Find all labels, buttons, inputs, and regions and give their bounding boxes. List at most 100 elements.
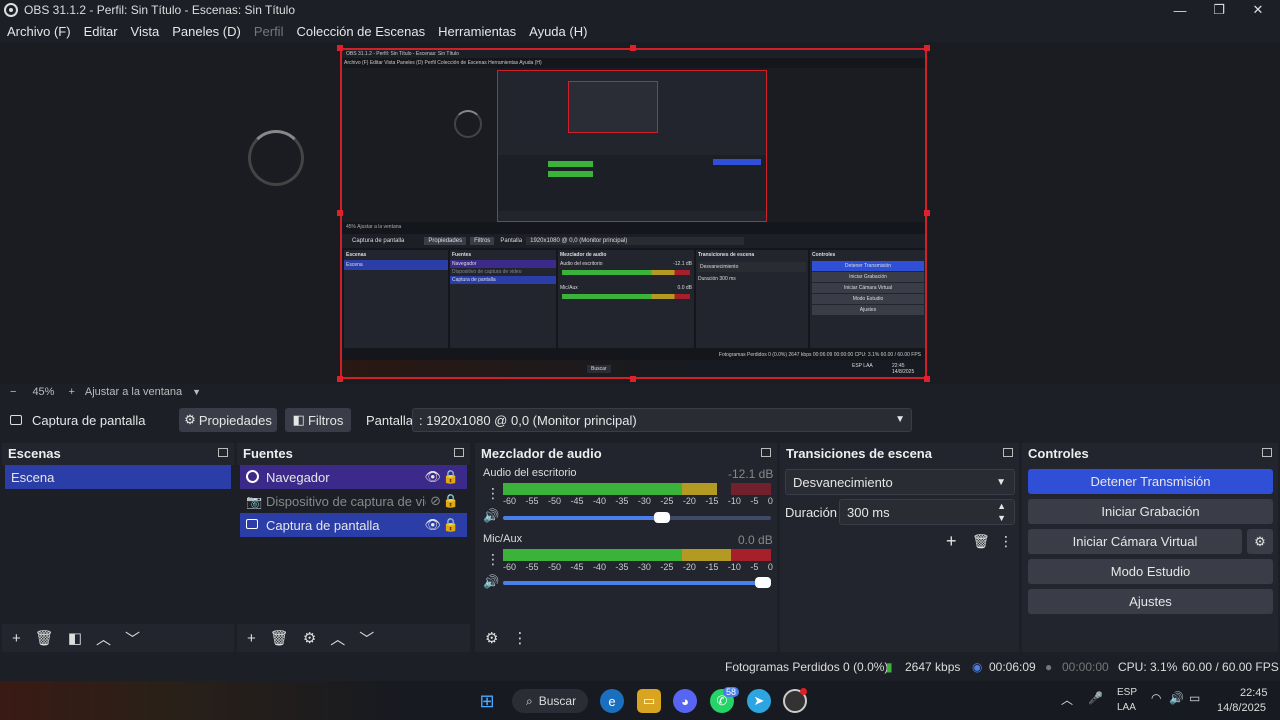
sources-toolbar: + 🗑 ⚙ ︿ ﹀	[237, 624, 470, 652]
properties-button[interactable]: ⚙ Propiedades	[179, 408, 277, 432]
filters-button[interactable]: ◧ Filtros	[285, 408, 351, 432]
dock-popout-icon[interactable]	[454, 448, 464, 457]
resize-handle-br[interactable]	[924, 376, 930, 382]
trash-icon[interactable]: 🗑	[35, 629, 54, 647]
menu-herramientas[interactable]: Herramientas	[438, 24, 516, 39]
scene-item[interactable]: Escena	[5, 465, 231, 489]
eye-icon[interactable]: 👁	[424, 469, 441, 485]
menu-archivo[interactable]: Archivo (F)	[7, 24, 71, 39]
eye-icon[interactable]: 👁	[424, 517, 441, 533]
transitions-header: Transiciones de escena	[780, 443, 1019, 463]
windows-start-icon[interactable]: ⊞	[475, 689, 499, 713]
source-item-screen-capture[interactable]: Captura de pantalla 👁 🔒	[240, 513, 467, 537]
maximize-button[interactable]: ❐	[1199, 0, 1239, 20]
zoom-dropdown-icon[interactable]: ▼	[192, 387, 201, 397]
lock-icon[interactable]: 🔒	[443, 469, 459, 485]
trash-icon[interactable]: 🗑	[270, 629, 289, 647]
chevron-down-icon[interactable]: ﹀	[125, 628, 140, 649]
fit-window-option[interactable]: Ajustar a la ventana	[85, 386, 182, 398]
edge-icon[interactable]: e	[600, 689, 624, 713]
chevron-down-icon[interactable]: ▼	[997, 513, 1006, 523]
display-select[interactable]: : 1920x1080 @ 0,0 (Monitor principal) ▼	[412, 408, 912, 432]
zoom-level: 45%	[32, 386, 55, 398]
menu-coleccion-escenas[interactable]: Colección de Escenas	[296, 24, 425, 39]
resize-handle-tl[interactable]	[337, 45, 343, 51]
chevron-up-icon[interactable]: ▲	[997, 501, 1006, 511]
zoom-bar: − 45% + Ajustar a la ventana ▼	[0, 384, 1280, 400]
zoom-in-button[interactable]: +	[68, 386, 74, 398]
speaker-icon[interactable]: 🔊	[483, 574, 499, 590]
menu-ayuda[interactable]: Ayuda (H)	[529, 24, 587, 39]
dock-popout-icon[interactable]	[761, 448, 771, 457]
dock-popout-icon[interactable]	[1003, 448, 1013, 457]
language-top[interactable]: ESP	[1117, 687, 1137, 698]
add-icon[interactable]: +	[946, 531, 957, 552]
lock-icon[interactable]: 🔒	[443, 517, 459, 533]
channel-menu-icon[interactable]: ⋮	[486, 551, 500, 568]
nested-captured-frame	[497, 70, 767, 222]
lock-icon[interactable]: 🔒	[443, 493, 459, 509]
advanced-audio-icon[interactable]: ⚙	[485, 629, 498, 647]
dock-popout-icon[interactable]	[218, 448, 228, 457]
microphone-icon[interactable]: 🎤	[1088, 691, 1103, 705]
taskbar-search[interactable]: ⌕ Buscar	[512, 689, 588, 713]
tray-chevron-up-icon[interactable]: ︿	[1061, 691, 1073, 708]
more-options-icon[interactable]: ⋮	[512, 629, 527, 647]
eye-hidden-icon[interactable]: ⊘	[430, 493, 441, 509]
resize-handle-b[interactable]	[630, 376, 636, 382]
studio-mode-button[interactable]: Modo Estudio	[1028, 559, 1273, 584]
channel-name-desktop: Audio del escritorio	[483, 467, 577, 479]
meter-tick-label: -25	[660, 562, 674, 572]
file-explorer-icon[interactable]: ▭	[637, 689, 661, 713]
clock-date[interactable]: 14/8/2025	[1217, 702, 1266, 714]
source-label: Navegador	[266, 469, 330, 485]
add-icon[interactable]: +	[12, 630, 21, 647]
resize-handle-bl[interactable]	[337, 376, 343, 382]
filter-icon: ◧	[292, 412, 305, 427]
captured-screen-source[interactable]: OBS 31.1.2 - Perfil: Sin Título - Escena…	[340, 48, 927, 379]
volume-icon[interactable]: 🔊	[1169, 691, 1184, 705]
resize-handle-l[interactable]	[337, 210, 343, 216]
add-icon[interactable]: +	[247, 630, 256, 647]
chevron-down-icon[interactable]: ﹀	[359, 628, 374, 649]
telegram-icon[interactable]: ➤	[747, 689, 771, 713]
filter-icon[interactable]: ◧	[68, 629, 82, 647]
source-label: Dispositivo de captura de video	[266, 493, 426, 509]
menu-vista[interactable]: Vista	[131, 24, 160, 39]
close-button[interactable]: ✕	[1238, 0, 1278, 20]
source-item-navegador[interactable]: Navegador 👁 🔒	[240, 465, 467, 489]
speaker-icon[interactable]: 🔊	[483, 508, 499, 524]
trash-icon[interactable]: 🗑	[972, 533, 990, 550]
menu-paneles[interactable]: Paneles (D)	[172, 24, 241, 39]
meter-tick-label: -10	[727, 562, 741, 572]
stop-streaming-button[interactable]: Detener Transmisión	[1028, 469, 1273, 494]
resize-handle-tr[interactable]	[924, 45, 930, 51]
duration-stepper[interactable]: 300 ms ▲ ▼	[839, 499, 1015, 525]
start-virtual-camera-button[interactable]: Iniciar Cámara Virtual	[1028, 529, 1242, 554]
virtual-camera-settings-button[interactable]: ⚙	[1247, 529, 1273, 554]
transition-select[interactable]: Desvanecimiento ▼	[785, 469, 1015, 495]
minimize-button[interactable]: —	[1160, 0, 1200, 20]
menu-perfil[interactable]: Perfil	[254, 24, 284, 39]
chevron-up-icon[interactable]: ︿	[96, 628, 111, 649]
channel-menu-icon[interactable]: ⋮	[486, 485, 500, 502]
discord-icon[interactable]: ◕	[673, 689, 697, 713]
chevron-up-icon[interactable]: ︿	[330, 628, 345, 649]
settings-button[interactable]: Ajustes	[1028, 589, 1273, 614]
wifi-icon[interactable]: ◠	[1151, 691, 1161, 705]
start-recording-button[interactable]: Iniciar Grabación	[1028, 499, 1273, 524]
resize-handle-r[interactable]	[924, 210, 930, 216]
language-bottom[interactable]: LAA	[1117, 702, 1136, 713]
menu-editar[interactable]: Editar	[84, 24, 118, 39]
volume-slider-mic[interactable]	[503, 577, 771, 588]
gear-icon[interactable]: ⚙	[303, 629, 316, 647]
dock-popout-icon[interactable]	[1262, 448, 1272, 457]
zoom-out-button[interactable]: −	[10, 386, 16, 398]
more-options-icon[interactable]: ⋮	[999, 533, 1013, 550]
clock-time[interactable]: 22:45	[1240, 687, 1268, 699]
battery-icon[interactable]: ▭	[1189, 691, 1200, 705]
resize-handle-t[interactable]	[630, 45, 636, 51]
source-item-video-device[interactable]: 📷 Dispositivo de captura de video ⊘ 🔒	[240, 489, 467, 513]
volume-slider-desktop[interactable]	[503, 512, 771, 523]
sources-list: Navegador 👁 🔒 📷 Dispositivo de captura d…	[237, 465, 470, 624]
